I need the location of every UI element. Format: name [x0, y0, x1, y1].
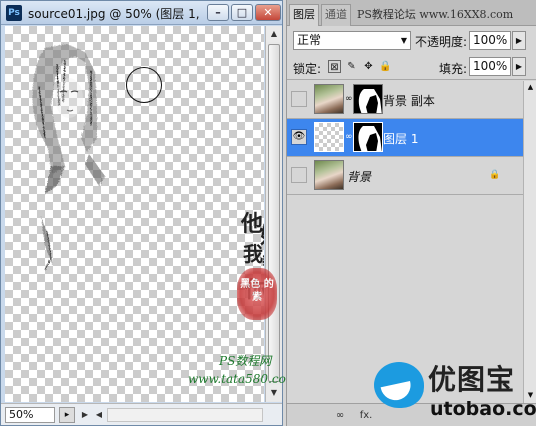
minimize-icon: –	[215, 6, 221, 19]
layer-thumbnail	[314, 160, 344, 190]
layer-row-background[interactable]: 背景 🔒	[287, 157, 523, 195]
photoshop-icon: Ps	[6, 5, 22, 21]
site-watermark-cn: PS数程网	[219, 354, 272, 368]
opacity-arrow-icon[interactable]: ▶	[512, 31, 526, 50]
canvas[interactable]: 他 她 我 帮 你	[5, 26, 264, 402]
visibility-toggle[interactable]	[291, 167, 307, 183]
zoom-field[interactable]: 50%	[5, 407, 55, 423]
minimize-button[interactable]: –	[207, 4, 229, 21]
horizontal-scrollbar[interactable]	[107, 408, 263, 422]
figure-face	[55, 78, 83, 118]
blend-mode-value: 正常	[297, 33, 322, 47]
opacity-label: 不透明度:	[415, 35, 468, 49]
blend-row: 正常 ▼ 不透明度: 100% ▶	[287, 27, 536, 54]
link-layers-icon[interactable]: ∞	[331, 408, 349, 423]
fill-label: 填充:	[439, 62, 468, 76]
close-icon: ✕	[263, 6, 273, 19]
status-bar: 50% ▸ ▶ ◀	[1, 403, 282, 425]
scroll-left-icon[interactable]: ◀	[93, 408, 105, 422]
lock-label: 锁定:	[293, 62, 322, 76]
fill-arrow-icon[interactable]: ▶	[512, 57, 526, 76]
site-watermark-url: www.tata580.com	[188, 372, 298, 386]
mask-silhouette-icon	[358, 89, 382, 113]
layer-name[interactable]: 图层 1	[383, 130, 418, 147]
brand-name: 优图宝	[428, 363, 516, 396]
layer-name[interactable]: 背景	[347, 168, 371, 185]
fill-field[interactable]: 100%	[469, 57, 511, 76]
panel-tab-bar: 图层 通道 PS教程论坛 www.16XX8.com	[287, 0, 536, 26]
lock-brush-icon[interactable]: ✎	[345, 60, 358, 73]
mask-silhouette-icon	[358, 126, 382, 151]
scroll-thumb[interactable]	[268, 44, 280, 382]
status-menu-icon[interactable]: ▸	[59, 407, 75, 423]
chain-link-icon[interactable]: ∞	[345, 130, 353, 144]
bird-wing	[380, 381, 414, 403]
lock-icon: 🔒	[489, 170, 501, 180]
layer-thumbnail	[314, 122, 344, 152]
vertical-scrollbar[interactable]: ▲ ▼	[265, 26, 282, 402]
close-button[interactable]: ✕	[255, 4, 281, 21]
bird-logo-icon	[374, 362, 424, 408]
brand-watermark: 优图宝 utobao.com	[374, 354, 536, 426]
maximize-button[interactable]: □	[231, 4, 253, 21]
forum-watermark: PS教程论坛 www.16XX8.com	[357, 8, 514, 21]
opacity-field[interactable]: 100%	[469, 31, 511, 50]
blend-mode-select[interactable]: 正常 ▼	[293, 31, 411, 50]
calligraphy-char-3: 我	[243, 242, 263, 266]
chevron-down-icon: ▼	[400, 36, 407, 45]
scroll-down-icon[interactable]: ▼	[266, 385, 282, 401]
red-seal-stamp: 黑色 的紫	[237, 268, 277, 320]
eye-icon[interactable]: 👁	[291, 129, 307, 145]
layer-thumbnail	[314, 84, 344, 114]
layer-mask-thumbnail[interactable]	[353, 122, 383, 152]
maximize-icon: □	[236, 6, 248, 19]
lock-transparent-icon[interactable]: ⊠	[328, 60, 341, 73]
chain-link-icon[interactable]: ∞	[345, 92, 353, 106]
document-titlebar[interactable]: Ps source01.jpg @ 50% (图层 1, RGB/8) – □ …	[1, 1, 282, 25]
scroll-up-icon[interactable]: ▲	[266, 26, 282, 42]
lock-move-icon[interactable]: ✥	[362, 60, 375, 73]
document-title: source01.jpg @ 50% (图层 1, RGB/8)	[28, 7, 204, 21]
brand-domain: utobao.com	[430, 398, 536, 420]
scroll-up-icon[interactable]: ▲	[524, 81, 536, 94]
lock-all-icon[interactable]: 🔒	[379, 60, 392, 73]
status-arrow-right-icon[interactable]: ▶	[79, 408, 91, 422]
layer-row-layer1[interactable]: 👁 ∞ 图层 1	[287, 119, 523, 157]
layer-name[interactable]: 背景 副本	[383, 92, 435, 109]
fx-icon[interactable]: fx.	[357, 408, 375, 423]
lock-row: 锁定: ⊠ ✎ ✥ 🔒 填充: 100% ▶	[287, 54, 536, 80]
visibility-toggle[interactable]	[291, 91, 307, 107]
brush-cursor	[126, 67, 162, 103]
layer-row-bg-copy[interactable]: ∞ 背景 副本	[287, 81, 523, 119]
layer-mask-thumbnail[interactable]	[353, 84, 383, 114]
figure-shoulders	[41, 154, 105, 271]
tab-layers[interactable]: 图层	[289, 4, 319, 26]
tab-channels[interactable]: 通道	[321, 4, 351, 26]
